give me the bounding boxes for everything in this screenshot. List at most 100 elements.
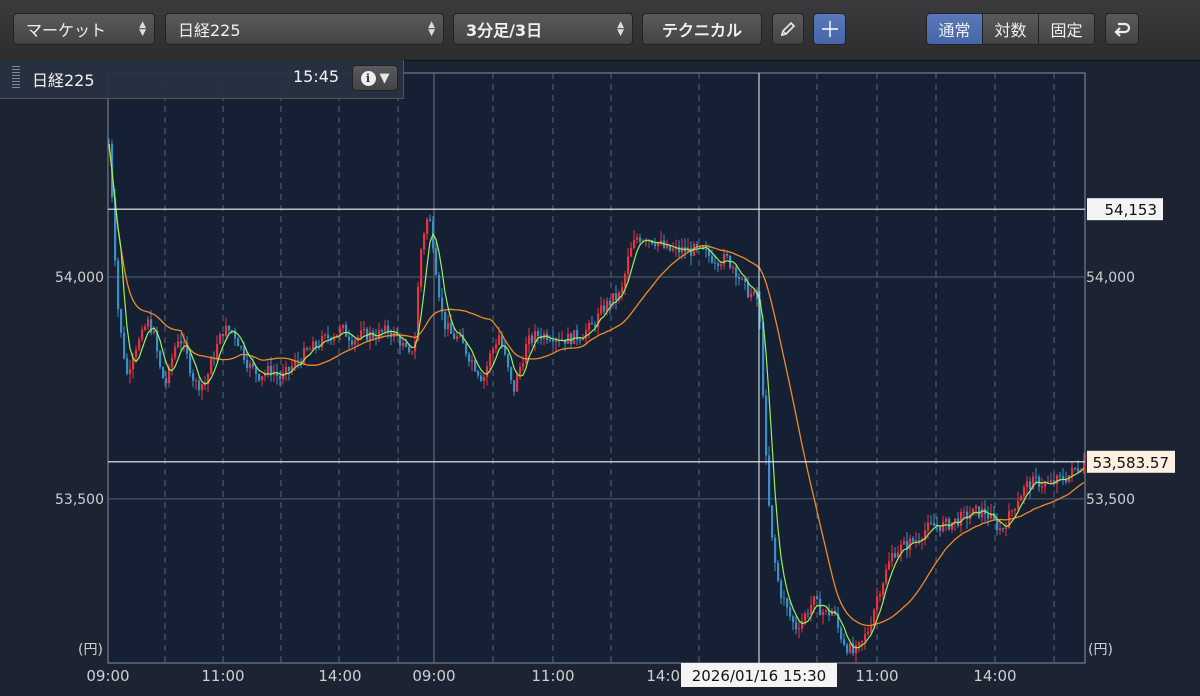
candle-body xyxy=(249,363,252,368)
candle-body xyxy=(141,329,144,340)
candle-body xyxy=(843,639,846,645)
candle-body xyxy=(477,371,480,376)
candle-body xyxy=(738,277,741,279)
candle-body xyxy=(690,247,693,256)
candle-body xyxy=(1044,482,1047,487)
candle-body xyxy=(483,376,486,381)
candle-body xyxy=(189,353,192,374)
candle-body xyxy=(489,353,492,367)
candle-body xyxy=(621,287,624,293)
candle-body xyxy=(705,249,708,251)
candle-body xyxy=(495,344,498,349)
candle-body xyxy=(384,325,387,332)
candle-body xyxy=(723,253,726,265)
candle-body xyxy=(600,305,603,314)
candle-body xyxy=(771,505,774,538)
candle-body xyxy=(198,380,201,391)
undo-button[interactable] xyxy=(1105,13,1139,45)
candle-body xyxy=(636,237,639,240)
candle-body xyxy=(615,293,618,301)
candle-body xyxy=(429,219,432,221)
candle-body xyxy=(624,274,627,288)
dropdown-triangle-icon: ▼ xyxy=(379,70,390,86)
interval-select[interactable]: 3分足/3日 ▲ ▼ xyxy=(453,13,633,45)
candle-body xyxy=(327,334,330,339)
candle-body xyxy=(312,341,315,350)
pencil-icon xyxy=(780,21,796,37)
candle-body xyxy=(435,248,438,275)
candle-body xyxy=(216,344,219,359)
crosshair-button[interactable] xyxy=(813,13,846,45)
candle-body xyxy=(858,642,861,646)
candle-body xyxy=(891,553,894,562)
candle-body xyxy=(1077,468,1080,472)
scale-mode-log[interactable]: 対数 xyxy=(983,14,1039,44)
y-tick-label-right: 54,000 xyxy=(1086,270,1135,286)
candle-body xyxy=(222,333,225,336)
interval-select-label: 3分足/3日 xyxy=(466,21,543,40)
candle-body xyxy=(195,380,198,382)
candle-body xyxy=(342,324,345,329)
candle-body xyxy=(159,351,162,368)
candle-body xyxy=(855,645,858,654)
candle-body xyxy=(450,323,453,334)
x-tick-label: 14:00 xyxy=(318,667,361,685)
candle-body xyxy=(468,354,471,362)
candle-body xyxy=(210,358,213,374)
candle-body xyxy=(639,237,642,242)
candle-body xyxy=(945,518,948,522)
drag-handle[interactable] xyxy=(12,66,20,90)
candle-body xyxy=(939,526,942,532)
market-select[interactable]: マーケット ▲ ▼ xyxy=(13,13,155,45)
symbol-info-panel: 日経225 15:45 i ▼ xyxy=(0,60,404,99)
candle-body xyxy=(1059,475,1062,477)
candle-body xyxy=(1005,528,1008,530)
scale-mode-fixed[interactable]: 固定 xyxy=(1039,14,1094,44)
price-level-label: 53,583.57 xyxy=(1093,454,1169,472)
info-menu-button[interactable]: i ▼ xyxy=(352,65,398,91)
candle-body xyxy=(861,640,864,643)
candle-body xyxy=(948,518,951,530)
candle-body xyxy=(978,506,981,518)
candle-body xyxy=(345,324,348,337)
candle-body xyxy=(126,358,129,374)
y-unit-right: (円) xyxy=(1088,642,1113,658)
candle-body xyxy=(819,599,822,616)
technical-button[interactable]: テクニカル xyxy=(642,13,762,45)
candle-body xyxy=(492,348,495,354)
candle-body xyxy=(912,538,915,542)
scale-mode-normal[interactable]: 通常 xyxy=(927,14,983,44)
candle-body xyxy=(732,267,735,269)
candle-body xyxy=(426,219,429,234)
candle-body xyxy=(711,256,714,263)
candle-body xyxy=(822,611,825,616)
candle-body xyxy=(792,616,795,623)
candle-body xyxy=(531,335,534,343)
candle-body xyxy=(525,344,528,364)
candle-body xyxy=(654,243,657,247)
candle-body xyxy=(981,508,984,518)
candle-body xyxy=(717,263,720,266)
candle-body xyxy=(279,376,282,380)
candle-body xyxy=(1002,528,1005,530)
technical-button-label: テクニカル xyxy=(661,21,742,40)
candle-body xyxy=(864,633,867,641)
candle-body xyxy=(258,373,261,381)
candle-body xyxy=(1065,480,1068,483)
x-tick-label: 09:00 xyxy=(86,667,129,685)
candle-body xyxy=(282,373,285,380)
candle-body xyxy=(825,610,828,612)
candle-body xyxy=(324,334,327,336)
symbol-select[interactable]: 日経225 ▲ ▼ xyxy=(165,13,444,45)
candle-body xyxy=(288,367,291,372)
candle-body xyxy=(1071,467,1074,476)
candle-body xyxy=(930,522,933,524)
candle-body xyxy=(579,339,582,341)
draw-tool-button[interactable] xyxy=(772,13,804,45)
candle-body xyxy=(120,309,123,333)
price-chart[interactable]: 54,153 53,583.57 54,000 54,000 53,500 53,500… xyxy=(0,60,1200,696)
plot-area xyxy=(107,72,1086,664)
candle-body xyxy=(144,326,147,330)
candle-body xyxy=(807,613,810,615)
candle-body xyxy=(633,239,636,248)
